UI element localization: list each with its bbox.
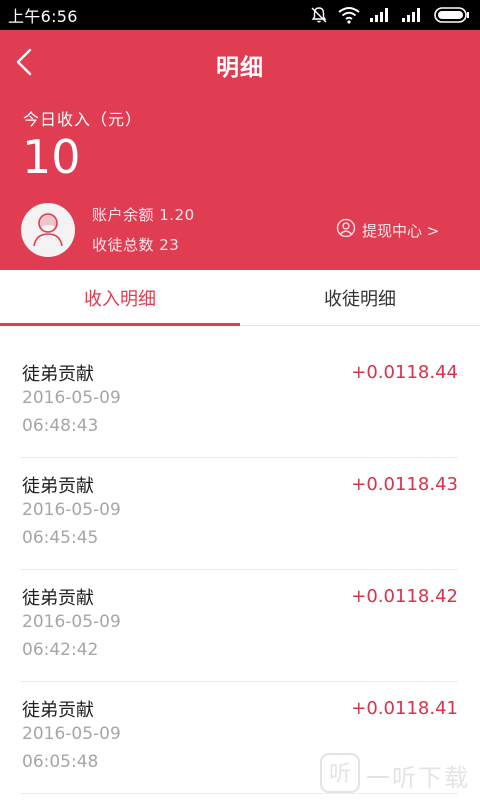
record-amount: +0.0118.42 xyxy=(351,586,458,607)
svg-text:听: 听 xyxy=(329,762,351,787)
income-header: 明细 今日收入（元） 10 账户余额 1.20 收徒总数 23 提现中心 > xyxy=(0,30,480,270)
list-item[interactable]: 徒弟贡献 2016-05-09 06:48:43 +0.0118.44 xyxy=(20,346,458,458)
record-date: 2016-05-09 xyxy=(22,724,121,744)
income-record-list: 徒弟贡献 2016-05-09 06:48:43 +0.0118.44 徒弟贡献… xyxy=(0,346,480,794)
account-balance: 账户余额 1.20 xyxy=(92,206,195,224)
signal-icon xyxy=(370,8,392,22)
today-income-label: 今日收入（元） xyxy=(23,110,143,129)
record-amount: +0.0118.41 xyxy=(351,698,458,719)
record-time: 06:42:42 xyxy=(22,640,99,660)
avatar-icon xyxy=(28,208,68,252)
watermark-text: 一听下载 xyxy=(366,763,470,792)
tab-income-detail[interactable]: 收入明细 xyxy=(0,270,240,326)
page-title: 明细 xyxy=(216,55,264,81)
record-title: 徒弟贡献 xyxy=(22,364,94,385)
list-item[interactable]: 徒弟贡献 2016-05-09 06:42:42 +0.0118.42 xyxy=(20,570,458,682)
wifi-icon xyxy=(338,6,360,24)
record-time: 06:05:48 xyxy=(22,752,99,772)
record-title: 徒弟贡献 xyxy=(22,700,94,721)
signal-icon xyxy=(402,8,424,22)
status-time: 上午6:56 xyxy=(8,7,78,26)
battery-icon xyxy=(434,7,470,23)
watermark: 听 一听下载 xyxy=(320,750,480,800)
record-amount: +0.0118.44 xyxy=(351,362,458,383)
list-item[interactable]: 徒弟贡献 2016-05-09 06:45:45 +0.0118.43 xyxy=(20,458,458,570)
record-amount: +0.0118.43 xyxy=(351,474,458,495)
withdraw-center-label: 提现中心 > xyxy=(362,221,440,240)
record-title: 徒弟贡献 xyxy=(22,588,94,609)
status-bar: 上午6:56 xyxy=(0,0,480,30)
record-time: 06:48:43 xyxy=(22,416,99,436)
avatar[interactable] xyxy=(21,203,75,257)
status-icons xyxy=(310,6,470,24)
follower-count: 收徒总数 23 xyxy=(92,236,180,254)
record-time: 06:45:45 xyxy=(22,528,99,548)
watermark-logo-icon: 听 xyxy=(320,753,360,797)
record-title: 徒弟贡献 xyxy=(22,476,94,497)
tab-follower-detail[interactable]: 收徒明细 xyxy=(240,270,480,325)
detail-tabs: 收入明细 收徒明细 xyxy=(0,270,480,326)
withdraw-center-link[interactable]: 提现中心 > xyxy=(336,218,439,242)
bell-off-icon xyxy=(310,6,328,24)
record-date: 2016-05-09 xyxy=(22,612,121,632)
user-circle-icon xyxy=(336,218,356,242)
record-date: 2016-05-09 xyxy=(22,388,121,408)
today-income-value: 10 xyxy=(22,130,81,184)
record-date: 2016-05-09 xyxy=(22,500,121,520)
